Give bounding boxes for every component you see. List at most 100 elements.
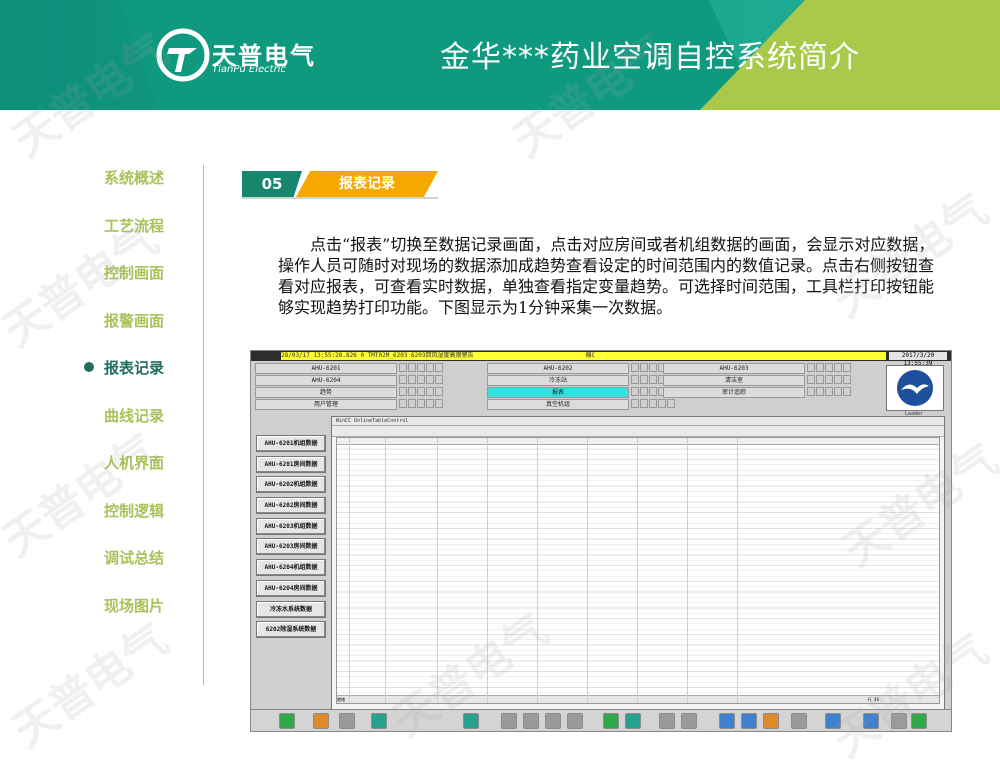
- nav-item-label: 报警画面: [104, 311, 165, 330]
- status-indicator: [435, 399, 443, 408]
- report-buttons: AHU-6201机组数据 AHU-6201房间数据 AHU-6202机组数据 A…: [256, 435, 326, 642]
- status-indicator: [658, 399, 666, 408]
- toolbar-button-icon[interactable]: [681, 713, 697, 729]
- header-banner: 天普电气 TianPu Electric 金华***药业空调自控系统简介: [0, 0, 1000, 110]
- scada-nav-button[interactable]: 审计追踪: [663, 387, 805, 398]
- status-indicator: [408, 363, 416, 372]
- status-indicator: [834, 363, 842, 372]
- table-toolbar[interactable]: [332, 426, 944, 437]
- status-indicator: [843, 375, 851, 384]
- scada-nav-button[interactable]: AHU-6203: [663, 363, 805, 374]
- table-column-divider: [537, 438, 538, 703]
- table-window-title: WinCC OnlineTableControl: [332, 417, 944, 426]
- toolbar-button-icon[interactable]: [891, 713, 907, 729]
- toolbar-button-icon[interactable]: [863, 713, 879, 729]
- toolbar-button-icon[interactable]: [279, 713, 295, 729]
- status-indicator: [649, 387, 657, 396]
- toolbar-button-icon[interactable]: [463, 713, 479, 729]
- status-indicator: [667, 399, 675, 408]
- nav-item-hmi[interactable]: 人机界面: [84, 445, 194, 493]
- nav-item-label: 调试总结: [104, 549, 165, 567]
- nav-item-logic[interactable]: 控制逻辑: [84, 493, 194, 541]
- toolbar-button-icon[interactable]: [741, 713, 757, 729]
- nav-item-alarm[interactable]: 报警画面: [84, 303, 194, 351]
- toolbar-button-icon[interactable]: [501, 713, 517, 729]
- report-button-ahu6202-unit[interactable]: AHU-6202机组数据: [256, 476, 326, 494]
- report-button-dehumidify-6202[interactable]: 6202除湿系统数据: [256, 621, 326, 639]
- scada-nav-button[interactable]: AHU-6204: [255, 375, 397, 386]
- toolbar-button-icon[interactable]: [791, 713, 807, 729]
- toolbar-button-icon[interactable]: [719, 713, 735, 729]
- table-column-divider: [687, 438, 688, 703]
- toolbar-button-icon[interactable]: [339, 713, 355, 729]
- status-left: 就绪: [337, 697, 345, 702]
- nav-button-grid: AHU-6201 AHU-6202 AHU-6203 AHU-6204 冷冻站 清洁室趋势…: [253, 363, 881, 413]
- report-button-ahu6203-unit[interactable]: AHU-6203机组数据: [256, 517, 326, 535]
- scada-nav-button[interactable]: 真空机组: [487, 399, 629, 410]
- status-indicator: [408, 399, 416, 408]
- toolbar-button-icon[interactable]: [567, 713, 583, 729]
- scada-indicator-group: [807, 363, 851, 372]
- nav-item-process[interactable]: 工艺流程: [84, 208, 194, 256]
- status-indicator: [816, 375, 824, 384]
- status-indicator: [631, 363, 639, 372]
- nav-item-curve[interactable]: 曲线记录: [84, 398, 194, 446]
- nav-item-control[interactable]: 控制画面: [84, 255, 194, 303]
- status-indicator: [426, 363, 434, 372]
- report-button-ahu6204-unit[interactable]: AHU-6204机组数据: [256, 559, 326, 577]
- status-indicator: [435, 363, 443, 372]
- status-indicator: [640, 387, 648, 396]
- report-button-ahu6201-unit[interactable]: AHU-6201机组数据: [256, 435, 326, 452]
- data-table[interactable]: 就绪 行 46: [336, 437, 940, 704]
- side-nav: 系统概述 工艺流程 控制画面 报警画面 报表记录 曲线记录 人机界面 控制逻辑 …: [84, 160, 194, 635]
- nav-divider: [203, 165, 204, 685]
- toolbar-button-icon[interactable]: [545, 713, 561, 729]
- report-button-ahu6203-room[interactable]: AHU-6203房间数据: [256, 538, 326, 556]
- nav-item-report[interactable]: 报表记录: [84, 350, 194, 398]
- scada-nav-button[interactable]: 清洁室: [663, 375, 805, 386]
- scada-indicator-group: [399, 363, 443, 372]
- toolbar-button-icon[interactable]: [659, 713, 675, 729]
- report-button-ahu6202-room[interactable]: AHU-6202房间数据: [256, 497, 326, 515]
- toolbar-button-icon[interactable]: [603, 713, 619, 729]
- status-indicator: [426, 375, 434, 384]
- scada-nav-button[interactable]: 报表: [487, 387, 629, 398]
- status-indicator: [399, 363, 407, 372]
- scada-nav-button[interactable]: 冷冻站: [487, 375, 629, 386]
- scada-nav-button[interactable]: AHU-6201: [255, 363, 397, 374]
- scada-indicator-group: [399, 399, 443, 408]
- table-column-divider: [437, 438, 438, 703]
- scada-indicator-group: [807, 387, 851, 396]
- scada-nav-button[interactable]: AHU-6202: [487, 363, 629, 374]
- table-status-bar: 就绪 行 46: [337, 695, 939, 703]
- report-button-ahu6201-room[interactable]: AHU-6201房间数据: [256, 455, 326, 473]
- nav-item-label: 曲线记录: [104, 406, 165, 425]
- status-indicator: [631, 399, 639, 408]
- status-indicator: [649, 363, 657, 372]
- alarm-message[interactable]: 28/03/17 13:55:28.826 0 TMT02M_6203 6203…: [281, 352, 886, 360]
- toolbar-button-icon[interactable]: [313, 713, 329, 729]
- status-indicator: [825, 375, 833, 384]
- report-button-chilled-water[interactable]: 冷冻水系统数据: [256, 600, 326, 618]
- bottom-toolbar: [251, 709, 951, 731]
- toolbar-button-icon[interactable]: [825, 713, 841, 729]
- scada-indicator-group: [399, 387, 443, 396]
- table-column-divider: [637, 438, 638, 703]
- status-indicator: [399, 387, 407, 396]
- toolbar-button-icon[interactable]: [625, 713, 641, 729]
- status-indicator: [816, 387, 824, 396]
- status-indicator: [426, 399, 434, 408]
- toolbar-button-icon[interactable]: [763, 713, 779, 729]
- status-indicator: [417, 399, 425, 408]
- nav-item-overview[interactable]: 系统概述: [84, 160, 194, 208]
- status-indicator: [408, 375, 416, 384]
- scada-nav-button[interactable]: 用户管理: [255, 399, 397, 410]
- toolbar-button-icon[interactable]: [523, 713, 539, 729]
- toolbar-button-icon[interactable]: [371, 713, 387, 729]
- status-indicator: [417, 363, 425, 372]
- nav-item-debug[interactable]: 调试总结: [84, 540, 194, 588]
- nav-item-photos[interactable]: 现场图片: [84, 588, 194, 636]
- report-button-ahu6204-room[interactable]: AHU-6204房间数据: [256, 579, 326, 597]
- toolbar-button-icon[interactable]: [911, 713, 927, 729]
- scada-nav-button[interactable]: 趋势: [255, 387, 397, 398]
